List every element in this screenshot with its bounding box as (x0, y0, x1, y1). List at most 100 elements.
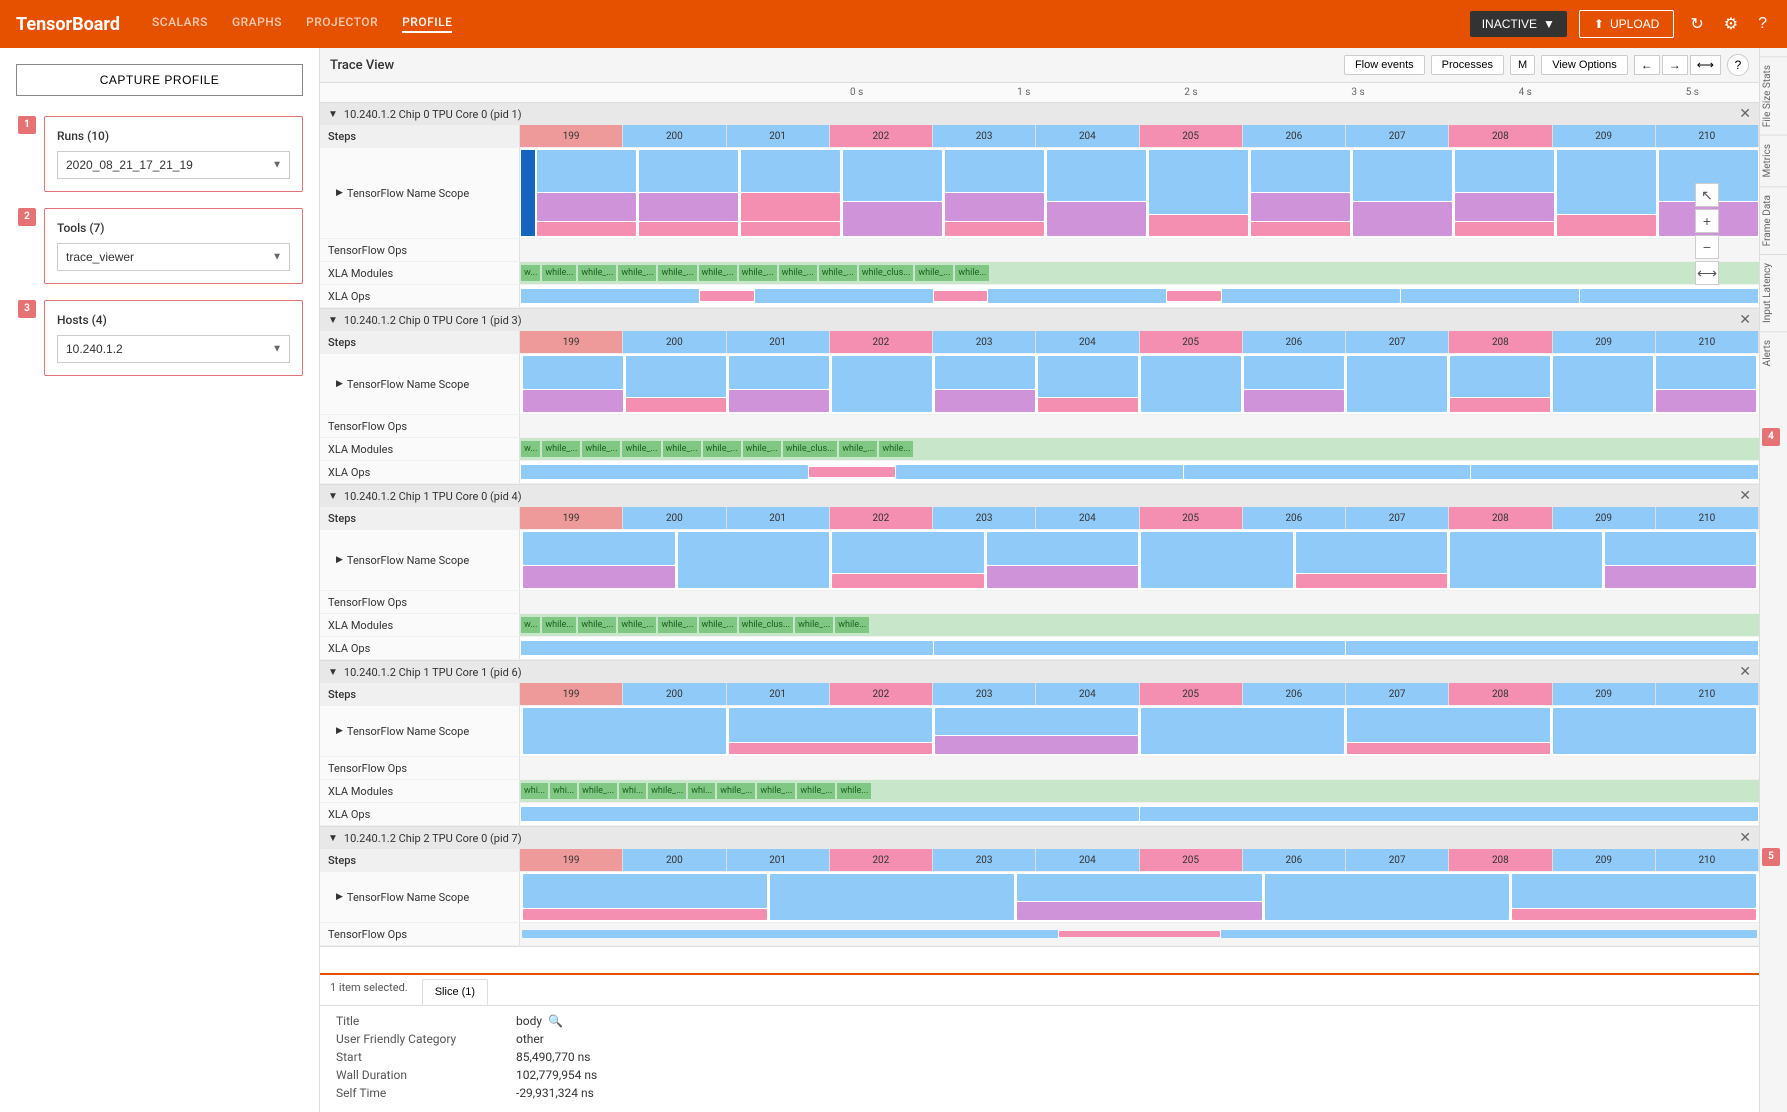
chip-4-close-button[interactable]: ✕ (1739, 664, 1751, 680)
chip-1-close-button[interactable]: ✕ (1739, 106, 1751, 122)
trace-help-button[interactable]: ? (1727, 54, 1749, 76)
xla-module-item: whi... (619, 783, 646, 799)
chip-4-steps-content: 199 200 201 202 203 204 205 206 207 208 (520, 683, 1759, 705)
nav-left-button[interactable]: ← (1634, 55, 1660, 75)
xla-op-bar-small (934, 291, 987, 301)
runs-select-wrapper: 2020_08_21_17_21_19 ▼ (57, 151, 290, 179)
chip-1-tf-scope-label: ▶ TensorFlow Name Scope (320, 148, 520, 238)
xla-op-bar (755, 289, 933, 303)
trace-nav-buttons: ← → ⟷ (1634, 55, 1721, 75)
step: 199 (520, 507, 623, 529)
step: 202 (830, 849, 933, 871)
right-label-input-latency[interactable]: Input Latency (1760, 254, 1787, 331)
settings-button[interactable]: ⚙ (1720, 10, 1742, 38)
fit-width-button[interactable]: ⟷ (1695, 261, 1719, 285)
nav-projector[interactable]: PROJECTOR (306, 15, 378, 33)
chip-2-steps-content: 199 200 201 202 203 204 205 206 207 208 (520, 331, 1759, 353)
tools-select[interactable]: trace_viewer (57, 243, 290, 271)
chip-3-tf-ops-row: TensorFlow Ops (320, 591, 1759, 614)
search-icon[interactable]: 🔍 (548, 1014, 563, 1028)
chip-5-label: 10.240.1.2 Chip 2 TPU Core 0 (pid 7) (344, 832, 522, 845)
chip-1-tf-ops-label: TensorFlow Ops (320, 239, 520, 261)
step: 207 (1346, 331, 1449, 353)
chip-5-steps-label: Steps (320, 849, 520, 871)
nav-scalars[interactable]: SCALARS (152, 15, 208, 33)
chip-5-close-button[interactable]: ✕ (1739, 830, 1751, 846)
step: 203 (933, 849, 1036, 871)
chip-1-xla-modules-content: w... while... while_... while_... while_… (520, 262, 1759, 284)
xla-module-item: while_... (618, 265, 656, 281)
chip-3-label: 10.240.1.2 Chip 1 TPU Core 0 (pid 4) (344, 490, 522, 503)
runs-select[interactable]: 2020_08_21_17_21_19 (57, 151, 290, 179)
step-209: 209 (1553, 125, 1656, 147)
hosts-select[interactable]: 10.240.1.2 (57, 335, 290, 363)
nav-right-button[interactable]: → (1662, 55, 1688, 75)
timeline-mark-0: 0 s (850, 87, 863, 98)
detail-tabs: 1 item selected. Slice (1) (320, 975, 1759, 1006)
xla-module-item: while_... (757, 783, 795, 799)
nav-fit-button[interactable]: ⟷ (1690, 55, 1721, 75)
xla-module-item: while_... (622, 441, 660, 457)
right-label-metrics[interactable]: Metrics (1760, 135, 1787, 186)
runs-section: Runs (10) 2020_08_21_17_21_19 ▼ (44, 116, 303, 192)
right-label-file-size-stats[interactable]: File Size Stats (1760, 56, 1787, 135)
chip-5-tf-ops-label: TensorFlow Ops (320, 923, 520, 945)
chip-5-header: ▼ 10.240.1.2 Chip 2 TPU Core 0 (pid 7) ✕ (320, 827, 1759, 849)
chip-4-xla-ops-content (520, 803, 1759, 825)
zoom-out-button[interactable]: − (1695, 235, 1719, 259)
upload-button[interactable]: ⬆ UPLOAD (1579, 10, 1674, 38)
chip-3-steps-content: 199 200 201 202 203 204 205 206 207 208 (520, 507, 1759, 529)
scope-col (638, 150, 739, 236)
chip-3-close-button[interactable]: ✕ (1739, 488, 1751, 504)
step: 206 (1243, 507, 1346, 529)
scope-col (831, 532, 985, 588)
right-label-alerts[interactable]: Alerts (1760, 331, 1787, 374)
chip-1-tf-ops-row: TensorFlow Ops (320, 239, 1759, 262)
xla-module-item: w... (521, 441, 540, 457)
capture-profile-button[interactable]: CAPTURE PROFILE (16, 64, 303, 96)
scope-col (522, 708, 727, 754)
processes-button[interactable]: Processes (1431, 55, 1504, 75)
nav-profile[interactable]: PROFILE (402, 15, 452, 33)
chip-2-xla-modules-row: XLA Modules w... while_... while_... whi… (320, 438, 1759, 461)
status-dropdown[interactable]: INACTIVE ▼ (1470, 11, 1567, 37)
trace-scroll-area[interactable]: ↖ + − ⟷ ▼ 10.240.1.2 Chip 0 TPU Core 0 (… (320, 103, 1759, 973)
xla-module-item: while_... (703, 441, 741, 457)
chip-section-1: ▼ 10.240.1.2 Chip 0 TPU Core 0 (pid 1) ✕… (320, 103, 1759, 309)
chip-4-xla-ops-row: XLA Ops (320, 803, 1759, 826)
scope-col (1346, 356, 1448, 412)
xla-module-item: while_... (839, 441, 877, 457)
step-numbers-3: 199 200 201 202 203 204 205 206 207 208 (520, 507, 1759, 529)
scope-col (1454, 150, 1555, 236)
scope-col (536, 150, 637, 236)
help-button[interactable]: ? (1754, 11, 1771, 37)
step: 200 (623, 849, 726, 871)
view-options-button[interactable]: View Options (1541, 55, 1628, 75)
step: 200 (623, 331, 726, 353)
scope-col (1140, 356, 1242, 412)
chip-3-header: ▼ 10.240.1.2 Chip 1 TPU Core 0 (pid 4) ✕ (320, 485, 1759, 507)
cursor-tool-button[interactable]: ↖ (1695, 183, 1719, 207)
detail-key-title: Title (336, 1014, 516, 1028)
zoom-in-button[interactable]: + (1695, 209, 1719, 233)
xla-module-item: while... (835, 617, 869, 633)
slice-tab[interactable]: Slice (1) (422, 979, 488, 1005)
xla-module-item: while_... (797, 783, 835, 799)
timeline-mark-1: 1 s (1017, 87, 1030, 98)
chip-2-close-button[interactable]: ✕ (1739, 312, 1751, 328)
chip-4-tf-ops-row: TensorFlow Ops (320, 757, 1759, 780)
badge-4: 4 (1762, 428, 1780, 446)
flow-events-button[interactable]: Flow events (1344, 55, 1425, 75)
chip-2-xla-modules-label: XLA Modules (320, 438, 520, 460)
scope-col (944, 150, 1045, 236)
refresh-button[interactable]: ↻ (1686, 10, 1707, 38)
right-label-frame-data[interactable]: Frame Data (1760, 186, 1787, 254)
step: 203 (933, 331, 1036, 353)
step: 204 (1036, 683, 1139, 705)
xla-module-item: while_clus... (859, 265, 914, 281)
step-numbers-2: 199 200 201 202 203 204 205 206 207 208 (520, 331, 1759, 353)
m-button[interactable]: M (1510, 55, 1535, 75)
step-206: 206 (1243, 125, 1346, 147)
nav-graphs[interactable]: GRAPHS (232, 15, 282, 33)
scope-col (1243, 356, 1345, 412)
